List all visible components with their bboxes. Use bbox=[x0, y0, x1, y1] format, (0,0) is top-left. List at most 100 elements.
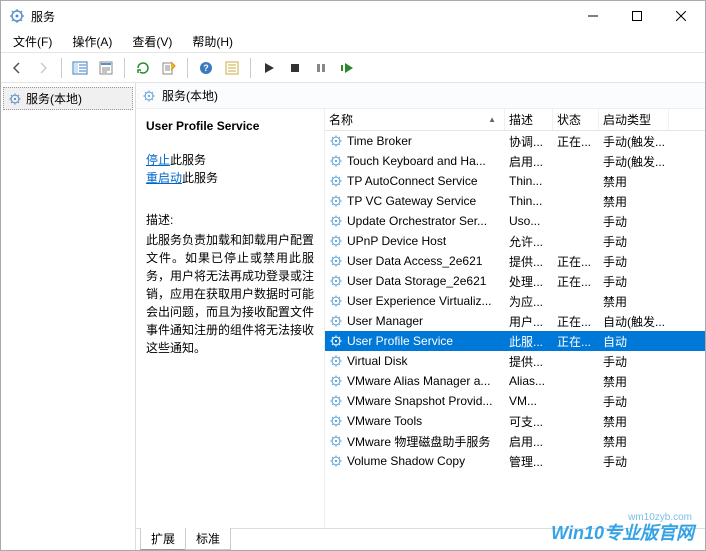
export-button[interactable] bbox=[157, 56, 181, 80]
services-window: 服务 文件(F) 操作(A) 查看(V) 帮助(H) ? bbox=[0, 0, 706, 551]
forward-button[interactable] bbox=[31, 56, 55, 80]
pause-service-button[interactable] bbox=[309, 56, 333, 80]
right-content: User Profile Service 停止此服务 重启动此服务 描述: 此服… bbox=[136, 109, 705, 528]
service-action-links: 停止此服务 重启动此服务 bbox=[146, 151, 314, 187]
service-row[interactable]: Touch Keyboard and Ha...启用...手动(触发... bbox=[325, 151, 705, 171]
service-status bbox=[553, 219, 599, 223]
column-header-desc[interactable]: 描述 bbox=[505, 109, 553, 130]
gear-icon bbox=[329, 334, 343, 348]
service-desc: 启用... bbox=[505, 431, 553, 452]
description-text: 此服务负责加载和卸载用户配置文件。如果已停止或禁用此服务，用户将无法再成功登录或… bbox=[146, 231, 314, 357]
service-row[interactable]: TP AutoConnect ServiceThin...禁用 bbox=[325, 171, 705, 191]
service-name: Volume Shadow Copy bbox=[347, 454, 465, 468]
service-status bbox=[553, 399, 599, 403]
service-startup: 手动 bbox=[599, 211, 669, 232]
right-pane-title: 服务(本地) bbox=[162, 87, 218, 104]
svg-text:?: ? bbox=[203, 63, 209, 73]
stop-service-link[interactable]: 停止 bbox=[146, 153, 170, 167]
service-name: Time Broker bbox=[347, 134, 412, 148]
refresh-button[interactable] bbox=[131, 56, 155, 80]
column-header-startup[interactable]: 启动类型 bbox=[599, 109, 669, 130]
back-button[interactable] bbox=[5, 56, 29, 80]
tab-extended[interactable]: 扩展 bbox=[140, 528, 186, 550]
service-row[interactable]: VMware Alias Manager a...Alias...禁用 bbox=[325, 371, 705, 391]
tree-pane: 服务(本地) bbox=[1, 83, 136, 550]
service-startup: 手动(触发... bbox=[599, 151, 669, 172]
menu-action[interactable]: 操作(A) bbox=[66, 32, 118, 51]
menu-help[interactable]: 帮助(H) bbox=[186, 32, 239, 51]
gear-icon bbox=[329, 214, 343, 228]
service-row[interactable]: User Data Access_2e621提供...正在...手动 bbox=[325, 251, 705, 271]
service-row[interactable]: VMware Tools可支...禁用 bbox=[325, 411, 705, 431]
service-status: 正在... bbox=[553, 311, 599, 332]
gear-icon bbox=[329, 394, 343, 408]
service-row[interactable]: Volume Shadow Copy管理...手动 bbox=[325, 451, 705, 471]
properties-button[interactable] bbox=[94, 56, 118, 80]
description-label: 描述: bbox=[146, 211, 314, 229]
service-row[interactable]: User Data Storage_2e621处理...正在...手动 bbox=[325, 271, 705, 291]
service-desc: 处理... bbox=[505, 271, 553, 292]
service-status bbox=[553, 459, 599, 463]
service-desc: 协调... bbox=[505, 131, 553, 152]
column-header-name[interactable]: 名称 ▲ bbox=[325, 109, 505, 130]
bottom-tabs: 扩展 标准 bbox=[136, 528, 705, 550]
window-controls bbox=[571, 2, 703, 30]
service-row[interactable]: Time Broker协调...正在...手动(触发... bbox=[325, 131, 705, 151]
window-title: 服务 bbox=[31, 8, 571, 25]
service-row[interactable]: User Experience Virtualiz...为应...禁用 bbox=[325, 291, 705, 311]
service-startup: 手动 bbox=[599, 351, 669, 372]
service-desc: 允许... bbox=[505, 231, 553, 252]
service-status bbox=[553, 299, 599, 303]
service-startup: 自动(触发... bbox=[599, 311, 669, 332]
service-startup: 禁用 bbox=[599, 171, 669, 192]
service-row[interactable]: VMware 物理磁盘助手服务启用...禁用 bbox=[325, 431, 705, 451]
tree-item-services-local[interactable]: 服务(本地) bbox=[3, 87, 133, 110]
service-row[interactable]: VMware Snapshot Provid...VM...手动 bbox=[325, 391, 705, 411]
service-status: 正在... bbox=[553, 271, 599, 292]
restart-service-link[interactable]: 重启动 bbox=[146, 171, 182, 185]
service-status: 正在... bbox=[553, 331, 599, 352]
service-name: Virtual Disk bbox=[347, 354, 407, 368]
maximize-button[interactable] bbox=[615, 2, 659, 30]
service-row[interactable]: TP VC Gateway ServiceThin...禁用 bbox=[325, 191, 705, 211]
service-startup: 禁用 bbox=[599, 371, 669, 392]
service-startup: 禁用 bbox=[599, 191, 669, 212]
service-status bbox=[553, 359, 599, 363]
gear-icon bbox=[8, 92, 22, 106]
service-name: User Manager bbox=[347, 314, 423, 328]
stop-service-button[interactable] bbox=[283, 56, 307, 80]
column-header-status[interactable]: 状态 bbox=[553, 109, 599, 130]
menubar: 文件(F) 操作(A) 查看(V) 帮助(H) bbox=[1, 31, 705, 53]
service-row[interactable]: Virtual Disk提供...手动 bbox=[325, 351, 705, 371]
list-columns-header: 名称 ▲ 描述 状态 启动类型 bbox=[325, 109, 705, 131]
service-row[interactable]: User Profile Service此服...正在...自动 bbox=[325, 331, 705, 351]
service-desc: 为应... bbox=[505, 291, 553, 312]
service-name: Update Orchestrator Ser... bbox=[347, 214, 487, 228]
description-pane: User Profile Service 停止此服务 重启动此服务 描述: 此服… bbox=[136, 109, 324, 528]
close-button[interactable] bbox=[659, 2, 703, 30]
minimize-button[interactable] bbox=[571, 2, 615, 30]
service-status bbox=[553, 159, 599, 163]
service-row[interactable]: User Manager用户...正在...自动(触发... bbox=[325, 311, 705, 331]
list-icon[interactable] bbox=[220, 56, 244, 80]
toolbar: ? bbox=[1, 53, 705, 83]
list-body[interactable]: Time Broker 协调... 正在... 手动(触发...Touch Keybo… bbox=[325, 131, 705, 528]
menu-file[interactable]: 文件(F) bbox=[7, 32, 58, 51]
service-desc: 管理... bbox=[505, 451, 553, 472]
show-hide-tree-button[interactable] bbox=[68, 56, 92, 80]
restart-service-button[interactable] bbox=[335, 56, 359, 80]
tab-standard[interactable]: 标准 bbox=[185, 528, 231, 550]
right-pane: 服务(本地) User Profile Service 停止此服务 重启动此服务… bbox=[136, 83, 705, 550]
service-row[interactable]: Update Orchestrator Ser...Uso...手动 bbox=[325, 211, 705, 231]
service-status bbox=[553, 439, 599, 443]
gear-icon bbox=[329, 434, 343, 448]
menu-view[interactable]: 查看(V) bbox=[126, 32, 178, 51]
gear-icon bbox=[329, 134, 343, 148]
service-name: User Data Access_2e621 bbox=[347, 254, 482, 268]
service-startup: 手动 bbox=[599, 231, 669, 252]
service-row[interactable]: UPnP Device Host允许...手动 bbox=[325, 231, 705, 251]
service-status bbox=[553, 199, 599, 203]
help-button[interactable]: ? bbox=[194, 56, 218, 80]
start-service-button[interactable] bbox=[257, 56, 281, 80]
service-startup: 自动 bbox=[599, 331, 669, 352]
